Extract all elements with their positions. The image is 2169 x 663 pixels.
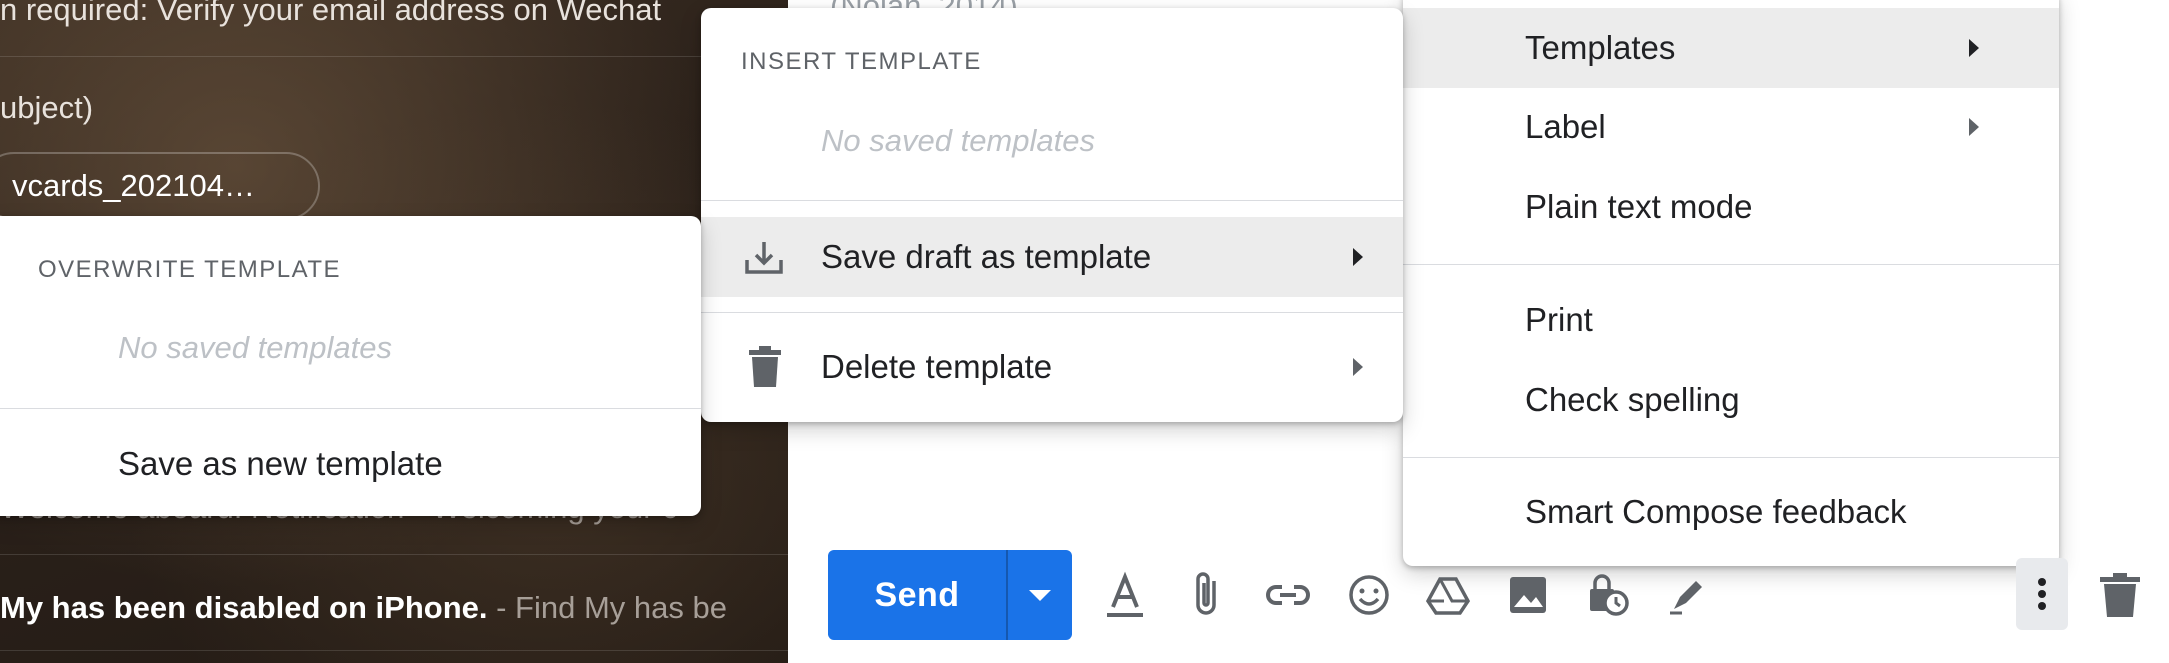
save-download-icon (745, 242, 783, 274)
discard-icon[interactable] (2092, 567, 2148, 623)
trash-icon (749, 346, 781, 387)
no-templates-text: No saved templates (118, 330, 392, 365)
menu-item-print[interactable]: Print (1403, 281, 2059, 359)
attach-icon[interactable] (1180, 567, 1236, 623)
inbox-row-snippet[interactable]: n required: Verify your email address on… (0, 0, 661, 28)
signature-icon[interactable] (1660, 567, 1716, 623)
menu-divider (1403, 264, 2059, 265)
send-button-group: Send (828, 550, 1072, 640)
emoji-icon[interactable] (1341, 567, 1397, 623)
overwrite-template-submenu: OVERWRITE TEMPLATE No saved templates Sa… (0, 216, 701, 516)
compose-subject-field[interactable]: ubject) (0, 90, 93, 126)
menu-divider (1403, 457, 2059, 458)
menu-item-label: Smart Compose feedback (1525, 493, 1907, 530)
menu-item-label: Plain text mode (1525, 188, 1753, 225)
send-options-button[interactable] (1008, 550, 1072, 640)
more-options-icon (2038, 578, 2046, 610)
menu-item-label: Check spelling (1525, 381, 1740, 418)
submenu-arrow-icon (1969, 118, 1979, 136)
menu-item-label: Save as new template (118, 445, 443, 482)
no-templates-text: No saved templates (821, 123, 1095, 158)
formatting-icon[interactable] (1097, 567, 1153, 623)
attachment-chip[interactable]: vcards_202104… (0, 152, 320, 220)
link-icon[interactable] (1260, 567, 1316, 623)
send-button[interactable]: Send (828, 550, 1006, 640)
menu-item-label-submenu[interactable]: Label (1403, 88, 2059, 166)
submenu-arrow-icon (1969, 39, 1979, 57)
menu-item-label: Print (1525, 301, 1593, 338)
more-options-menu: Templates Label Plain text mode Print Ch… (1403, 0, 2059, 566)
menu-item-plain-text-mode[interactable]: Plain text mode (1403, 168, 2059, 246)
menu-item-smart-compose-feedback[interactable]: Smart Compose feedback (1403, 473, 2059, 551)
menu-divider (701, 200, 1403, 201)
inbox-row-snippet: - Find My has be (496, 590, 727, 625)
confidential-icon[interactable] (1580, 567, 1636, 623)
submenu-arrow-icon (1353, 358, 1363, 376)
caret-down-icon (1029, 589, 1051, 601)
menu-item-delete-template[interactable]: Delete template (701, 328, 1403, 406)
drive-icon[interactable] (1420, 567, 1476, 623)
menu-item-label: Delete template (821, 348, 1053, 385)
menu-item-save-as-new-template[interactable]: Save as new template (0, 425, 701, 503)
list-divider (0, 56, 788, 57)
inbox-row[interactable]: My has been disabled on iPhone. - Find M… (0, 590, 727, 626)
photo-icon[interactable] (1500, 567, 1556, 623)
submenu-arrow-icon (1353, 248, 1363, 266)
list-divider (0, 650, 788, 651)
menu-item-templates[interactable]: Templates (1403, 8, 2059, 88)
menu-item-save-draft-as-template[interactable]: Save draft as template (701, 217, 1403, 297)
menu-item-label: Templates (1525, 29, 1676, 66)
inbox-row-subject: My has been disabled on iPhone. (0, 590, 488, 625)
menu-item-check-spelling[interactable]: Check spelling (1403, 361, 2059, 439)
menu-divider (701, 312, 1403, 313)
menu-divider (0, 408, 701, 409)
menu-item-label: Save draft as template (821, 238, 1152, 275)
more-options-button[interactable] (2016, 558, 2068, 630)
menu-item-label: Label (1525, 108, 1606, 145)
templates-submenu: INSERT TEMPLATE No saved templates Save … (701, 8, 1403, 422)
list-divider (0, 554, 788, 555)
overwrite-template-heading: OVERWRITE TEMPLATE (38, 256, 342, 283)
insert-template-heading: INSERT TEMPLATE (741, 48, 982, 75)
